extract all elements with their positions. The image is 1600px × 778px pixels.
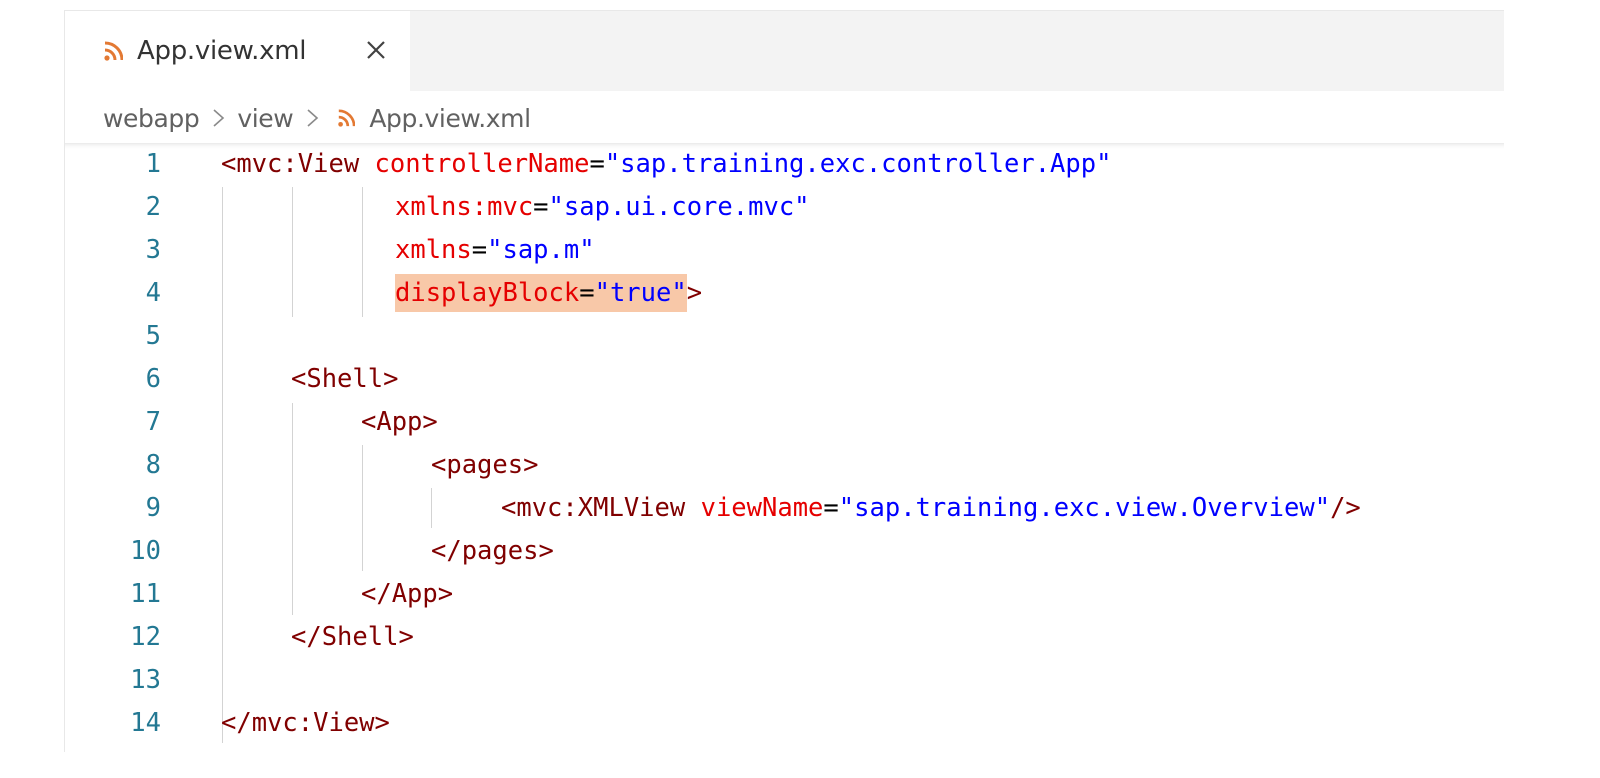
- code-line[interactable]: 4 displayBlock="true">: [65, 272, 1504, 315]
- code-text: </Shell>: [291, 616, 414, 659]
- token-tag: </mvc:View>: [221, 708, 390, 738]
- token-attr: xmlns:mvc: [395, 192, 534, 222]
- code-text: xmlns:mvc="sap.ui.core.mvc": [395, 186, 810, 229]
- code-line[interactable]: 5: [65, 315, 1504, 358]
- token-eq: =: [471, 235, 488, 265]
- token-eq: =: [533, 192, 549, 222]
- line-number: 1: [145, 149, 161, 179]
- line-number: 13: [130, 665, 161, 695]
- token-tag: </Shell>: [291, 622, 414, 652]
- tab-bar: App.view.xml: [65, 11, 1504, 91]
- token-tag: <Shell>: [291, 364, 399, 394]
- token-tag: <App>: [361, 407, 438, 437]
- line-number: 4: [145, 278, 161, 308]
- token-str: "sap.ui.core.mvc": [548, 192, 810, 222]
- code-text: </mvc:View>: [221, 702, 390, 745]
- token-str: "true": [594, 278, 687, 308]
- line-number: 12: [130, 622, 161, 652]
- line-number: 5: [145, 321, 161, 351]
- token-attr: viewName: [700, 493, 824, 523]
- token-str: "sap.training.exc.view.Overview": [838, 493, 1331, 523]
- code-line[interactable]: 12 </Shell>: [65, 616, 1504, 659]
- breadcrumb-item-view[interactable]: view: [237, 104, 293, 133]
- code-text: <mvc:XMLView viewName="sap.training.exc.…: [501, 487, 1361, 530]
- line-number: 8: [145, 450, 161, 480]
- code-line[interactable]: 8 <pages>: [65, 444, 1504, 487]
- code-text: displayBlock="true">: [395, 272, 702, 315]
- breadcrumb-item-file[interactable]: App.view.xml: [369, 104, 531, 133]
- token-tag: <pages>: [431, 450, 539, 480]
- code-text: <pages>: [431, 444, 538, 487]
- token-eq: =: [823, 493, 839, 523]
- breadcrumb-item-webapp[interactable]: webapp: [103, 104, 200, 133]
- line-number: 2: [145, 192, 161, 222]
- code-line[interactable]: 3 xmlns="sap.m": [65, 229, 1504, 272]
- code-line[interactable]: 1 <mvc:View controllerName="sap.training.…: [65, 143, 1504, 186]
- code-line[interactable]: 13: [65, 659, 1504, 702]
- code-text: </pages>: [431, 530, 554, 573]
- line-number: 10: [130, 536, 161, 566]
- token-eq: =: [589, 149, 605, 179]
- code-area[interactable]: 1 <mvc:View controllerName="sap.training.…: [65, 143, 1504, 753]
- code-line[interactable]: 11 </App>: [65, 573, 1504, 616]
- token-tag: />: [1330, 493, 1361, 523]
- code-text: <mvc:View controllerName="sap.training.e…: [221, 143, 1111, 186]
- line-number: 3: [145, 235, 161, 265]
- line-number: 9: [145, 493, 161, 523]
- token-str: "sap.m": [487, 235, 595, 265]
- code-text: <App>: [361, 401, 438, 444]
- token-attr: controllerName: [374, 149, 590, 179]
- token-tag: </App>: [361, 579, 454, 609]
- token-tag: </pages>: [431, 536, 554, 566]
- token-str: "sap.training.exc.controller.App": [604, 149, 1112, 179]
- breadcrumb: webapp view App.view.xml: [65, 93, 1504, 143]
- code-line[interactable]: 7 <App>: [65, 401, 1504, 444]
- chevron-right-icon: [307, 109, 319, 127]
- code-line[interactable]: 14 </mvc:View>: [65, 702, 1504, 745]
- close-icon[interactable]: [363, 37, 389, 63]
- line-number: 7: [145, 407, 161, 437]
- token-tag: <mvc:XMLView: [501, 493, 701, 523]
- code-line[interactable]: 10 </pages>: [65, 530, 1504, 573]
- code-line[interactable]: 9 <mvc:XMLView viewName="sap.training.exc…: [65, 487, 1504, 530]
- code-text: </App>: [361, 573, 453, 616]
- code-line[interactable]: 6 <Shell>: [65, 358, 1504, 401]
- token-tag: <mvc:View: [221, 149, 375, 179]
- token-eq: =: [579, 278, 595, 308]
- chevron-right-icon: [213, 109, 225, 127]
- code-text: xmlns="sap.m": [395, 229, 595, 272]
- line-number: 6: [145, 364, 161, 394]
- rss-icon: [338, 109, 356, 127]
- line-number: 11: [130, 579, 161, 609]
- code-line[interactable]: 2 xmlns:mvc="sap.ui.core.mvc": [65, 186, 1504, 229]
- code-editor: App.view.xml webapp view App.view.xml 1 <…: [64, 10, 1504, 752]
- rss-icon: [104, 41, 123, 61]
- token-attr: displayBlock: [395, 278, 580, 308]
- selection-highlight: displayBlock="true": [395, 274, 687, 312]
- token-attr: xmlns: [395, 235, 472, 265]
- tab-app-view-xml[interactable]: App.view.xml: [65, 11, 410, 91]
- line-number: 14: [130, 708, 161, 738]
- code-text: <Shell>: [291, 358, 398, 401]
- tab-label: App.view.xml: [137, 36, 307, 66]
- token-tag: >: [686, 278, 703, 308]
